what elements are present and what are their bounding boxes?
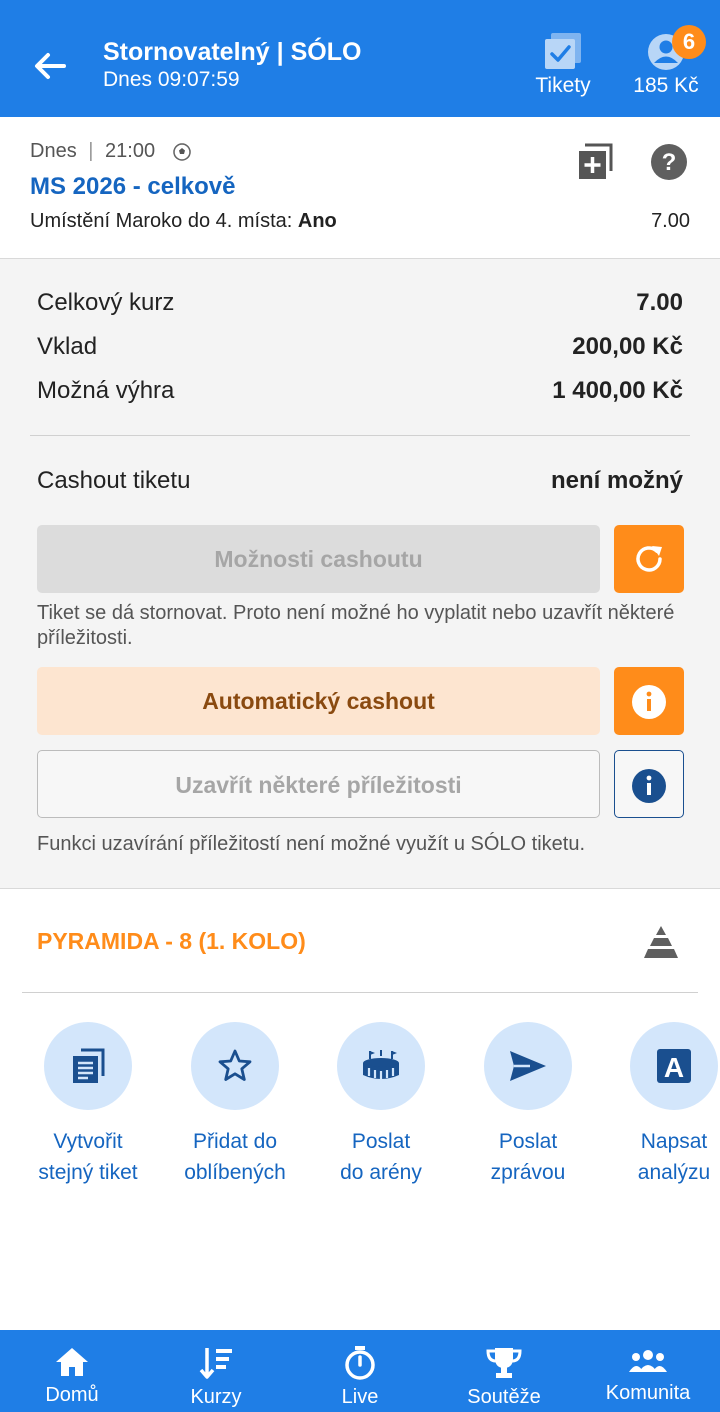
star-icon bbox=[218, 1049, 252, 1081]
total-odds-label: Celkový kurz bbox=[37, 289, 175, 316]
stopwatch-icon bbox=[345, 1346, 375, 1380]
action-circle bbox=[484, 1022, 572, 1110]
people-group-icon bbox=[629, 1350, 667, 1372]
possible-win-value: 1 400,00 Kč bbox=[552, 377, 683, 404]
selection-value: Ano bbox=[297, 210, 337, 232]
send-icon bbox=[510, 1051, 546, 1081]
nav-home[interactable]: Domů bbox=[0, 1330, 144, 1412]
action-label: Vytvořit stejný tiket bbox=[13, 1126, 163, 1188]
event-selection: Umístění Maroko do 4. místa: Ano bbox=[30, 210, 337, 233]
pyramid-icon[interactable] bbox=[642, 924, 680, 960]
close-opportunities-note: Funkci uzavírání příležitostí není možné… bbox=[37, 833, 586, 855]
action-label-line1: Vytvořit bbox=[53, 1130, 123, 1153]
tickets-label: Tikety bbox=[535, 74, 591, 97]
copy-add-icon[interactable] bbox=[577, 143, 613, 181]
nav-label: Domů bbox=[45, 1384, 99, 1406]
nav-label: Komunita bbox=[605, 1382, 691, 1404]
tickets-button[interactable]: Tikety bbox=[530, 32, 596, 102]
stake-value: 200,00 Kč bbox=[572, 333, 683, 360]
ticket-check-icon bbox=[545, 33, 581, 69]
action-label-line1: Napsat bbox=[640, 1130, 708, 1153]
analysis-letter-icon: A bbox=[657, 1049, 691, 1083]
event-date: Dnes bbox=[30, 140, 77, 162]
action-label-line1: Přidat do bbox=[192, 1130, 278, 1153]
add-to-favorites-button[interactable]: Přidat do oblíbených bbox=[160, 1022, 310, 1188]
ticket-actions: Vytvořit stejný tiket Přidat do oblíbený… bbox=[0, 1022, 720, 1222]
action-circle bbox=[44, 1022, 132, 1110]
summary-divider bbox=[30, 435, 690, 436]
send-to-arena-button[interactable]: Poslat do arény bbox=[306, 1022, 456, 1188]
stadium-icon bbox=[363, 1050, 399, 1079]
account-button[interactable]: 185 Kč 6 bbox=[626, 25, 706, 102]
svg-text:A: A bbox=[664, 1052, 684, 1083]
action-label: Napsat analýzu bbox=[599, 1126, 720, 1188]
nav-label: Live bbox=[341, 1386, 379, 1408]
event-odds: 7.00 bbox=[651, 210, 690, 232]
action-circle bbox=[337, 1022, 425, 1110]
action-label-line1: Poslat bbox=[351, 1130, 411, 1153]
auto-cashout-info-button[interactable] bbox=[614, 667, 684, 735]
notification-badge: 6 bbox=[672, 25, 706, 59]
total-odds-value: 7.00 bbox=[636, 289, 683, 316]
back-button[interactable] bbox=[30, 46, 70, 86]
nav-live[interactable]: Live bbox=[288, 1330, 432, 1412]
nav-competitions[interactable]: Soutěže bbox=[432, 1330, 576, 1412]
event-time: 21:00 bbox=[105, 140, 156, 162]
close-opportunities-info-button[interactable] bbox=[614, 750, 684, 818]
bottom-navigation: Domů Kurzy Live Soutěže Komunita bbox=[0, 1330, 720, 1412]
action-label: Přidat do oblíbených bbox=[160, 1126, 310, 1188]
refresh-button[interactable] bbox=[614, 525, 684, 593]
nav-label: Soutěže bbox=[467, 1386, 541, 1408]
action-label-line2: stejný tiket bbox=[38, 1161, 138, 1184]
document-copy-icon bbox=[73, 1048, 105, 1083]
balance-label: 185 Kč bbox=[633, 74, 699, 97]
write-analysis-button[interactable]: A Napsat analýzu bbox=[599, 1022, 720, 1188]
action-label: Poslat zprávou bbox=[453, 1126, 603, 1188]
send-as-message-button[interactable]: Poslat zprávou bbox=[453, 1022, 603, 1188]
svg-text:?: ? bbox=[662, 149, 677, 176]
cashout-options-button[interactable]: Možnosti cashoutu bbox=[37, 525, 600, 593]
page-title: Stornovatelný | SÓLO bbox=[103, 38, 362, 66]
trophy-icon bbox=[486, 1348, 522, 1378]
refresh-icon bbox=[636, 546, 662, 572]
possible-win-label: Možná výhra bbox=[37, 377, 175, 404]
help-icon[interactable]: ? bbox=[650, 143, 688, 181]
cashout-note: Tiket se dá stornovat. Proto není možné … bbox=[37, 602, 675, 649]
pyramida-divider bbox=[22, 992, 698, 993]
cashout-label: Cashout tiketu bbox=[37, 467, 191, 494]
info-icon bbox=[632, 769, 666, 803]
cashout-value: není možný bbox=[550, 467, 683, 494]
sort-list-icon bbox=[199, 1348, 232, 1379]
event-name[interactable]: MS 2026 - celkově bbox=[30, 173, 235, 201]
nav-community[interactable]: Komunita bbox=[576, 1330, 720, 1412]
event-card: Dnes | 21:00 MS 2026 - celkově Umístění … bbox=[0, 117, 720, 259]
event-datetime: Dnes | 21:00 bbox=[30, 140, 155, 163]
ticket-summary: Celkový kurz 7.00 Vklad 200,00 Kč Možná … bbox=[0, 259, 720, 889]
football-icon bbox=[173, 143, 191, 161]
date-separator: | bbox=[88, 140, 94, 162]
action-label-line2: analýzu bbox=[637, 1161, 711, 1184]
action-label-line1: Poslat bbox=[498, 1130, 558, 1153]
action-label-line2: zprávou bbox=[490, 1161, 566, 1184]
auto-cashout-button[interactable]: Automatický cashout bbox=[37, 667, 600, 735]
action-label-line2: do arény bbox=[340, 1161, 422, 1184]
app-header: Stornovatelný | SÓLO Dnes 09:07:59 Tiket… bbox=[0, 0, 720, 117]
action-circle: A bbox=[630, 1022, 718, 1110]
action-label-line2: oblíbených bbox=[184, 1161, 286, 1184]
home-icon bbox=[56, 1348, 88, 1376]
nav-odds[interactable]: Kurzy bbox=[144, 1330, 288, 1412]
arrow-left-icon bbox=[35, 53, 66, 79]
info-icon bbox=[632, 685, 666, 719]
nav-label: Kurzy bbox=[190, 1386, 242, 1408]
market-label: Umístění Maroko do 4. místa: bbox=[30, 210, 293, 232]
close-opportunities-button[interactable]: Uzavřít některé příležitosti bbox=[37, 750, 600, 818]
page-subtitle: Dnes 09:07:59 bbox=[103, 68, 240, 91]
stake-label: Vklad bbox=[37, 333, 98, 360]
pyramida-title[interactable]: PYRAMIDA - 8 (1. KOLO) bbox=[37, 928, 306, 955]
action-label: Poslat do arény bbox=[306, 1126, 456, 1188]
create-same-ticket-button[interactable]: Vytvořit stejný tiket bbox=[13, 1022, 163, 1188]
action-circle bbox=[191, 1022, 279, 1110]
